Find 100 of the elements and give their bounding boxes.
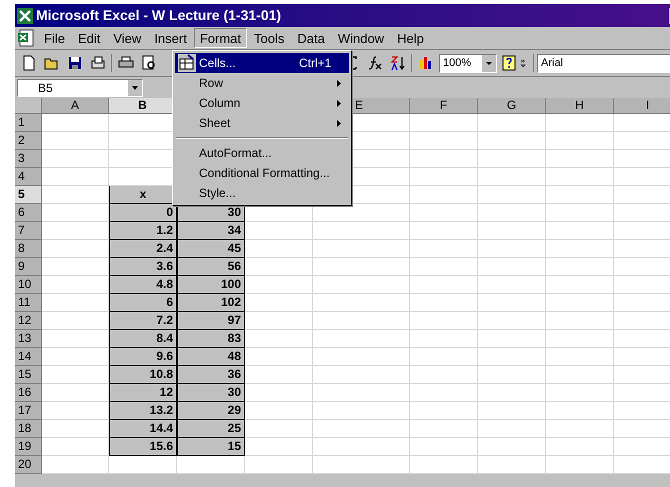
table-cell: 6 (109, 294, 177, 312)
submenu-arrow-icon (337, 120, 341, 126)
row-header[interactable]: 15 (15, 366, 42, 384)
table-cell (410, 204, 478, 222)
row-header[interactable]: 12 (15, 312, 42, 330)
table-cell (42, 258, 109, 276)
table-cell (410, 420, 478, 438)
table-cell (410, 438, 478, 456)
row-header[interactable]: 7 (15, 222, 42, 240)
submenu-arrow-icon (337, 100, 341, 106)
table-cell (410, 456, 478, 474)
menu-item[interactable]: Sheet (175, 113, 349, 133)
table-cell (478, 114, 546, 132)
name-box[interactable]: B5 (17, 78, 143, 96)
table-cell (42, 114, 109, 132)
table-cell (42, 222, 109, 240)
font-field[interactable]: Arial (537, 54, 670, 72)
window-title: Microsoft Excel - W Lecture (1-31-01) (36, 6, 282, 25)
table-cell: 15.6 (109, 438, 177, 456)
table-cell (245, 312, 313, 330)
table-cell (546, 438, 614, 456)
table-cell (614, 132, 670, 150)
column-header[interactable]: G (478, 98, 546, 114)
table-cell (614, 384, 670, 402)
table-cell (410, 348, 478, 366)
menu-item[interactable]: View (107, 28, 148, 48)
chart-icon[interactable] (418, 55, 434, 71)
table-cell: 97 (177, 312, 245, 330)
row-header[interactable]: 2 (15, 132, 42, 150)
menu-item[interactable]: Help (391, 28, 430, 48)
table-cell (42, 402, 109, 420)
table-cell (245, 258, 313, 276)
table-cell (614, 348, 670, 366)
table-cell (410, 114, 478, 132)
row-header[interactable]: 14 (15, 348, 42, 366)
row-header[interactable]: 1 (15, 114, 42, 132)
row-header[interactable]: 16 (15, 384, 42, 402)
row-header[interactable]: 10 (15, 276, 42, 294)
table-cell (245, 456, 313, 474)
menu-item[interactable]: Window (332, 28, 390, 48)
workbook-icon[interactable] (17, 29, 35, 47)
table-cell (614, 420, 670, 438)
table-cell (614, 330, 670, 348)
table-cell (410, 402, 478, 420)
table-cell (245, 402, 313, 420)
table-cell (410, 384, 478, 402)
table-cell (546, 114, 614, 132)
row-header[interactable]: 13 (15, 330, 42, 348)
table-cell (410, 276, 478, 294)
row-header[interactable]: 19 (15, 438, 42, 456)
column-header[interactable]: F (410, 98, 478, 114)
table-cell (614, 204, 670, 222)
help-icon[interactable] (500, 55, 516, 71)
function-icon[interactable] (366, 55, 382, 71)
table-cell (410, 150, 478, 168)
menu-item[interactable]: Format (194, 28, 247, 48)
row-header[interactable]: 11 (15, 294, 42, 312)
table-cell (478, 420, 546, 438)
table-cell: 1.2 (109, 222, 177, 240)
zoom-dropdown[interactable]: 100% (439, 54, 497, 72)
menu-item[interactable]: Conditional Formatting... (175, 163, 349, 183)
sort-descending-icon[interactable] (390, 55, 406, 71)
column-header[interactable]: A (42, 98, 109, 114)
row-header[interactable]: 8 (15, 240, 42, 258)
table-cell (546, 204, 614, 222)
print-preview-icon[interactable] (140, 55, 156, 71)
menu-item[interactable]: Insert (148, 28, 193, 48)
row-header[interactable]: 9 (15, 258, 42, 276)
table-cell (614, 222, 670, 240)
submenu-arrow-icon (337, 80, 341, 86)
table-cell: 29 (177, 402, 245, 420)
menu-item[interactable]: File (38, 28, 71, 48)
table-cell: 3.6 (109, 258, 177, 276)
menu-item[interactable]: Data (291, 28, 331, 48)
row-header[interactable]: 18 (15, 420, 42, 438)
row-header[interactable]: 4 (15, 168, 42, 186)
row-header[interactable]: 20 (15, 456, 42, 474)
table-cell (245, 276, 313, 294)
row-header[interactable]: 17 (15, 402, 42, 420)
table-cell (478, 438, 546, 456)
row-header[interactable]: 3 (15, 150, 42, 168)
table-cell (478, 312, 546, 330)
table-cell (546, 276, 614, 294)
menu-item[interactable]: Row (175, 73, 349, 93)
row-header[interactable]: 6 (15, 204, 42, 222)
new-file-icon[interactable] (20, 55, 36, 71)
column-header[interactable]: I (614, 98, 670, 114)
menu-item[interactable]: Style... (175, 183, 349, 203)
column-header[interactable]: H (546, 98, 614, 114)
table-cell: 83 (177, 330, 245, 348)
table-cell (614, 366, 670, 384)
table-cell: 15 (177, 438, 245, 456)
menu-item[interactable]: Edit (72, 28, 106, 48)
menu-item[interactable]: Tools (248, 28, 290, 48)
table-cell (546, 420, 614, 438)
menu-item[interactable]: AutoFormat... (175, 143, 349, 163)
row-header[interactable]: 5 (15, 186, 42, 204)
table-cell (245, 384, 313, 402)
menu-item[interactable]: Cells... Ctrl+1 (175, 53, 349, 73)
table-cell (614, 402, 670, 420)
